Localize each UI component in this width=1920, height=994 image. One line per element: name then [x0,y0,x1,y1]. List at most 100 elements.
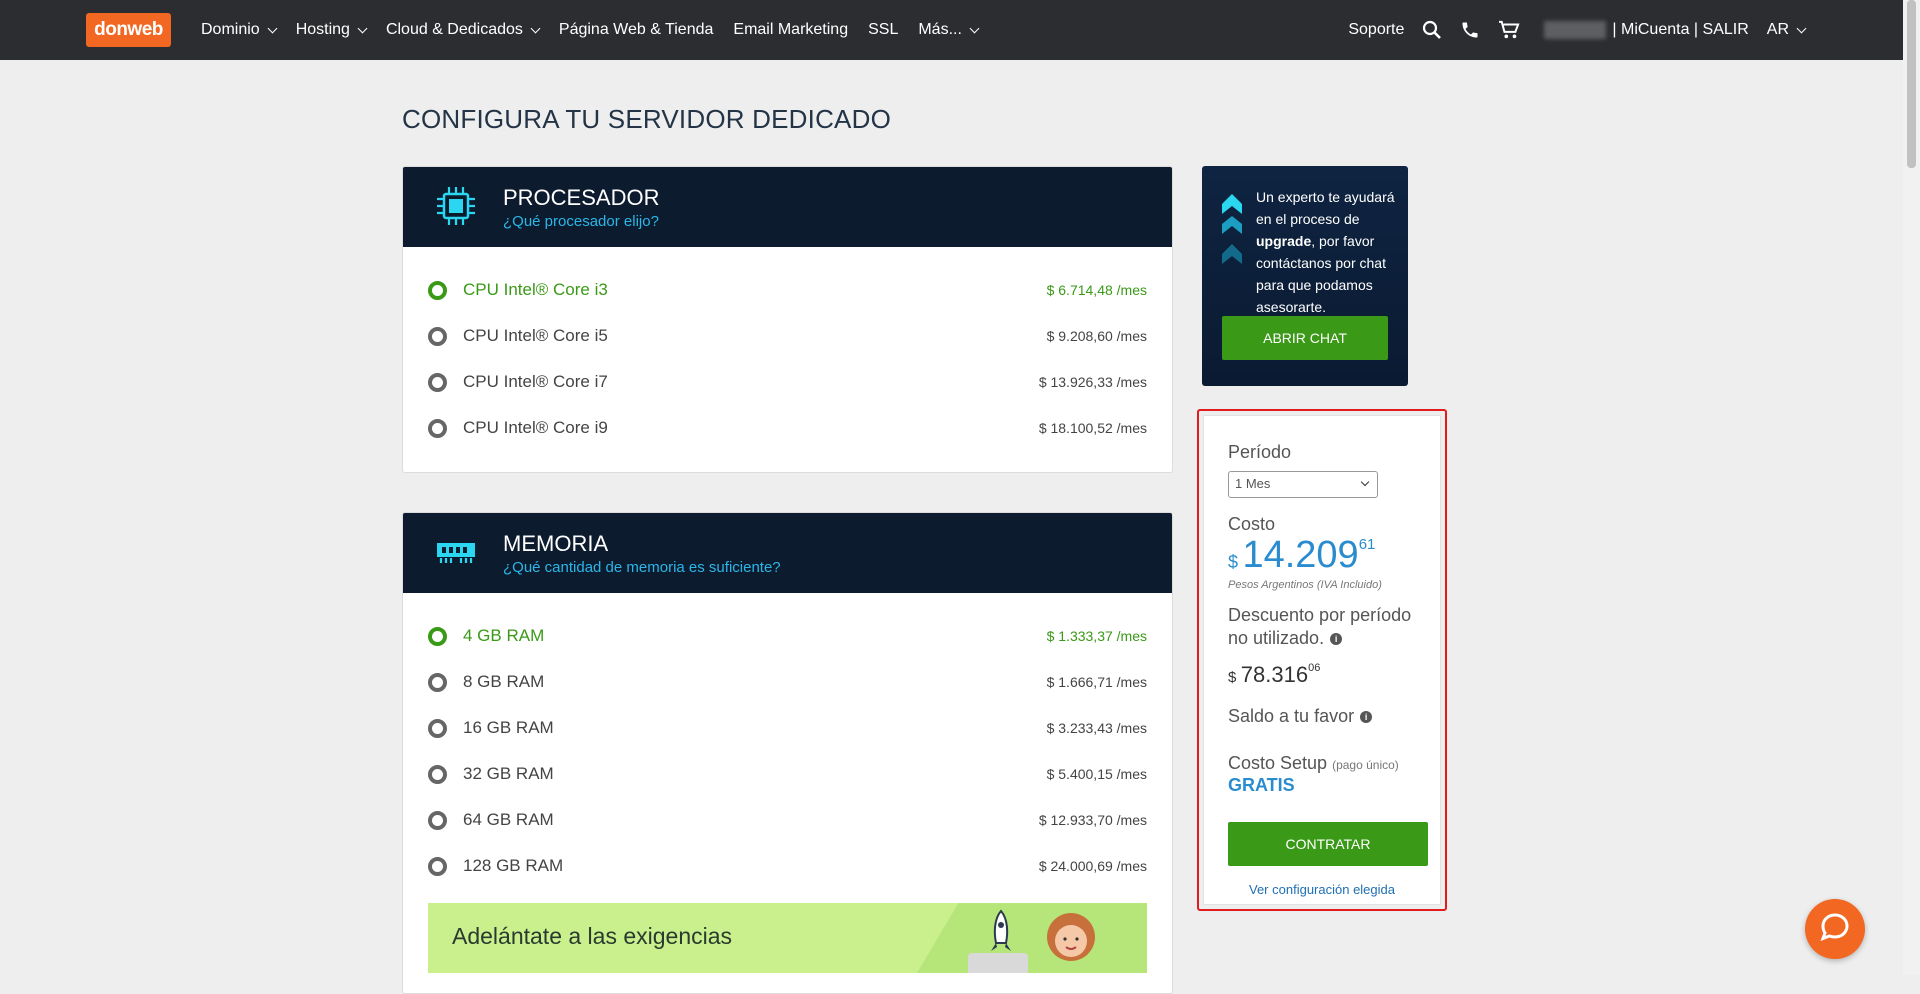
radio[interactable] [428,810,447,830]
option-label: CPU Intel® Core i9 [463,418,608,437]
cpu-option-i9[interactable]: CPU Intel® Core i9 $ 18.100,52 /mes [428,405,1147,451]
upgrade-chevrons-icon [1220,192,1244,287]
expert-text-bold: upgrade [1256,233,1312,249]
procesador-help-link[interactable]: ¿Qué procesador elijo? [503,213,659,230]
nav-label: Hosting [295,21,350,38]
currency-symbol: $ [1228,552,1239,572]
memoria-header: MEMORIA ¿Qué cantidad de memoria es sufi… [403,513,1172,593]
saldo-label: Saldo a tu favor i [1228,706,1373,727]
procesador-header: PROCESADOR ¿Qué procesador elijo? [403,167,1172,247]
nav-cloud-dedicados[interactable]: Cloud & Dedicados [385,21,541,39]
search-icon[interactable] [1422,20,1442,40]
chat-bubble-icon [1820,912,1850,947]
promo-banner[interactable]: Adelántate a las exigencias [428,903,1147,973]
contratar-button[interactable]: CONTRATAR [1228,822,1428,866]
ram-module-icon [435,531,477,578]
username-blurred [1544,21,1607,39]
option-price: $ 24.000,69 /mes [1038,858,1147,874]
radio[interactable] [428,326,447,346]
cpu-option-i5[interactable]: CPU Intel® Core i5 $ 9.208,60 /mes [428,313,1147,359]
chevron-down-icon [1796,23,1807,33]
country-label: AR [1766,21,1789,38]
nav-dominio[interactable]: Dominio [201,21,278,39]
ram-option-16gb[interactable]: 16 GB RAM $ 3.233,43 /mes [428,705,1147,751]
order-summary-highlighted: Período 1 Mes Costo $ 14.20961 Pesos Arg… [1197,409,1447,911]
memoria-title: MEMORIA [503,531,609,556]
banner-text: Adelántate a las exigencias [452,923,733,949]
live-chat-button[interactable] [1805,899,1865,959]
memoria-options: 4 GB RAM $ 1.333,37 /mes 8 GB RAM $ 1.66… [403,593,1172,973]
periodo-select[interactable]: 1 Mes [1228,471,1378,498]
option-price: $ 13.926,33 /mes [1038,374,1147,390]
page-scrollbar[interactable] [1903,0,1920,975]
cpu-option-i3[interactable]: CPU Intel® Core i3 $ 6.714,48 /mes [428,267,1147,313]
setup-label: Costo Setup (pago único) [1228,753,1399,774]
memoria-card: MEMORIA ¿Qué cantidad de memoria es sufi… [402,512,1173,994]
expert-text-part: Un experto te ayudará en el proceso de [1256,189,1395,227]
ver-configuracion-link[interactable]: Ver configuración elegida [1204,882,1440,897]
option-label: CPU Intel® Core i3 [463,280,608,299]
radio[interactable] [428,418,447,438]
nav-label: Más... [918,21,962,38]
radio[interactable] [428,718,447,738]
periodo-value: 1 Mes [1235,476,1271,491]
radio-selected[interactable] [428,280,447,300]
cart-icon[interactable] [1498,20,1520,40]
radio[interactable] [428,672,447,692]
chevron-down-icon [1360,477,1370,487]
ram-option-64gb[interactable]: 64 GB RAM $ 12.933,70 /mes [428,797,1147,843]
soporte-link[interactable]: Soporte [1348,21,1404,39]
chevron-down-icon [267,23,278,33]
country-selector[interactable]: AR [1766,21,1807,39]
costo-cents: 61 [1358,536,1376,553]
memoria-help-link[interactable]: ¿Qué cantidad de memoria es suficiente? [503,559,781,576]
option-label: 64 GB RAM [463,810,554,829]
order-summary: Período 1 Mes Costo $ 14.20961 Pesos Arg… [1203,415,1441,905]
setup-gratis: GRATIS [1228,775,1295,795]
donweb-logo[interactable]: donweb [86,13,171,47]
option-label: CPU Intel® Core i5 [463,326,608,345]
option-price: $ 12.933,70 /mes [1038,812,1147,828]
option-price: $ 18.100,52 /mes [1038,420,1147,436]
radio[interactable] [428,856,447,876]
descuento-cents: 06 [1308,662,1321,674]
setup-text: Costo Setup [1228,753,1328,773]
laptop-illustration [968,953,1028,973]
nav-label: Dominio [201,21,260,38]
radio-selected[interactable] [428,626,447,646]
procesador-title: PROCESADOR [503,185,660,210]
costo-note: Pesos Argentinos (IVA Incluido) [1228,579,1382,591]
chevron-down-icon [530,23,541,33]
option-price: $ 1.333,37 /mes [1046,628,1147,644]
account-links[interactable]: | MiCuenta | SALIR [1612,21,1748,39]
scrollbar-thumb[interactable] [1907,0,1916,168]
nav-email-marketing[interactable]: Email Marketing [733,21,848,39]
ram-option-128gb[interactable]: 128 GB RAM $ 24.000,69 /mes [428,843,1147,889]
nav-hosting[interactable]: Hosting [295,21,368,39]
radio[interactable] [428,372,447,392]
cpu-option-i7[interactable]: CPU Intel® Core i7 $ 13.926,33 /mes [428,359,1147,405]
nav-mas[interactable]: Más... [918,21,980,39]
info-icon[interactable]: i [1360,711,1373,724]
nav-ssl[interactable]: SSL [868,21,898,39]
chevron-down-icon [357,23,368,33]
option-label: 4 GB RAM [463,626,545,645]
nav-label: Página Web & Tienda [558,21,714,38]
radio[interactable] [428,764,447,784]
option-price: $ 1.666,71 /mes [1046,674,1147,690]
woman-illustration-icon [1043,909,1099,973]
procesador-options: CPU Intel® Core i3 $ 6.714,48 /mes CPU I… [403,247,1172,451]
phone-icon[interactable] [1460,20,1480,40]
ram-option-8gb[interactable]: 8 GB RAM $ 1.666,71 /mes [428,659,1147,705]
option-label: CPU Intel® Core i7 [463,372,608,391]
nav-pagina-web[interactable]: Página Web & Tienda [559,21,713,39]
ram-option-4gb[interactable]: 4 GB RAM $ 1.333,37 /mes [428,613,1147,659]
nav-label: Cloud & Dedicados [385,21,523,38]
abrir-chat-button[interactable]: ABRIR CHAT [1222,316,1388,360]
expert-help-box: Un experto te ayudará en el proceso de u… [1202,166,1408,386]
info-icon[interactable]: i [1330,633,1343,646]
option-price: $ 5.400,15 /mes [1046,766,1147,782]
ram-option-32gb[interactable]: 32 GB RAM $ 5.400,15 /mes [428,751,1147,797]
nav-label: Email Marketing [733,21,849,38]
nav-right: Soporte | MiCuenta | SALIR AR [1348,0,1807,60]
